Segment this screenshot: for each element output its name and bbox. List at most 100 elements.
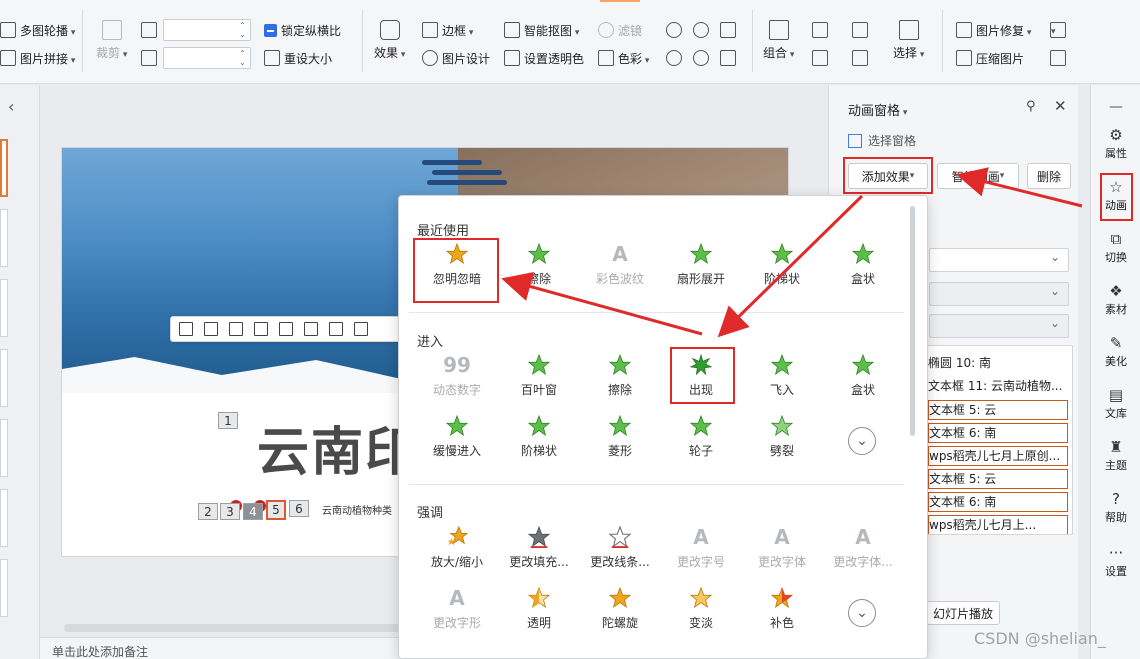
align-icon[interactable]: [812, 50, 828, 66]
effect-box[interactable]: 盒状: [823, 243, 903, 287]
brightness-up-icon[interactable]: [666, 50, 682, 66]
effect-fan[interactable]: 扇形展开: [661, 243, 741, 287]
compress-picture-button[interactable]: 压缩图片: [956, 47, 1024, 69]
animation-list-item[interactable]: 文本框 11: 云南动植物...: [928, 377, 1068, 397]
start-select[interactable]: [929, 248, 1069, 272]
animation-order-tag[interactable]: 2: [198, 503, 218, 520]
chevron-left-icon[interactable]: ‹: [8, 97, 14, 116]
smart-animation-button[interactable]: 智能动画: [937, 163, 1019, 189]
picture-design-button[interactable]: 图片设计: [422, 47, 490, 69]
distribute-icon[interactable]: [354, 322, 368, 336]
tab-library[interactable]: ▤ 文库: [1091, 387, 1140, 421]
tab-settings[interactable]: ··· 设置: [1091, 545, 1140, 579]
tab-help[interactable]: ? 帮助: [1091, 491, 1140, 525]
width-input[interactable]: [163, 47, 251, 69]
effect-box-enter[interactable]: 盒状: [823, 354, 903, 398]
align-middle-icon[interactable]: [304, 322, 318, 336]
effect-fade[interactable]: 变淡: [661, 587, 741, 631]
picture-collage-button[interactable]: 图片拼接: [0, 47, 75, 69]
smart-crop-button[interactable]: 智能抠图: [504, 19, 579, 41]
slide-thumbnail[interactable]: [0, 209, 8, 267]
brightness-icon[interactable]: [666, 22, 682, 38]
picture-repair-button[interactable]: 图片修复: [956, 19, 1031, 41]
send-backward-icon[interactable]: [852, 50, 868, 66]
effect-change-fontsize[interactable]: A 更改字号: [661, 526, 741, 570]
slide-title[interactable]: 云南印: [257, 410, 419, 485]
picture-settings-icon[interactable]: [1050, 50, 1066, 66]
expand-more-icon[interactable]: ⌄: [848, 427, 876, 455]
brightness-down-icon[interactable]: [693, 50, 709, 66]
animation-list-item[interactable]: wps稻壳儿七月上...: [928, 515, 1068, 534]
animation-order-tag[interactable]: 1: [218, 412, 238, 429]
animation-order-tag[interactable]: 3: [220, 503, 240, 520]
pin-icon[interactable]: ⚲: [1026, 99, 1036, 114]
effect-wipe-enter[interactable]: 擦除: [580, 354, 660, 398]
reset-size-button[interactable]: 重设大小: [264, 47, 332, 69]
speed-select[interactable]: [929, 314, 1069, 338]
slide-subtitle[interactable]: 云南动植物种类: [322, 502, 392, 517]
height-input[interactable]: [163, 19, 251, 41]
effect-change-fontstyle[interactable]: A 更改字形: [417, 587, 497, 631]
effect-dynamic-number[interactable]: 99 动态数字: [417, 354, 497, 398]
contrast-icon[interactable]: [693, 22, 709, 38]
effect-transparent[interactable]: 透明: [499, 587, 579, 631]
align-center-icon[interactable]: [229, 322, 243, 336]
effect-change-fill[interactable]: 更改填充...: [499, 526, 579, 570]
animation-order-tag[interactable]: 4: [243, 503, 263, 520]
animation-list-item[interactable]: wps稻壳儿七月上原创...: [928, 446, 1068, 466]
tab-beautify[interactable]: ✎ 美化: [1091, 335, 1140, 369]
align-right-icon[interactable]: [254, 322, 268, 336]
effect-diamond[interactable]: 菱形: [580, 415, 660, 459]
effect-color-wave[interactable]: A 彩色波纹: [580, 243, 660, 287]
check-icon[interactable]: [1050, 22, 1066, 38]
animation-list-item[interactable]: 椭圆 10: 南: [928, 354, 1068, 374]
align-top-icon[interactable]: [279, 322, 293, 336]
close-icon[interactable]: ✕: [1054, 97, 1067, 115]
effect-fly-in[interactable]: 飞入: [742, 354, 822, 398]
tab-transition[interactable]: ⧉ 切换: [1091, 231, 1140, 265]
effect-slow-enter[interactable]: 缓慢进入: [417, 415, 497, 459]
delete-button[interactable]: 删除: [1027, 163, 1071, 189]
bring-forward-icon[interactable]: [852, 22, 868, 38]
rotate-icon[interactable]: [812, 22, 828, 38]
animation-list-item[interactable]: 文本框 6: 南: [928, 423, 1068, 443]
effects-button[interactable]: 效果: [374, 20, 405, 61]
effect-complement[interactable]: 补色: [742, 587, 822, 631]
effect-change-font[interactable]: A 更改字体: [742, 526, 822, 570]
slide-thumbnail[interactable]: [0, 419, 8, 477]
selection-pane-link[interactable]: 选择窗格: [848, 132, 916, 149]
recolor-icon[interactable]: [720, 50, 736, 66]
lock-aspect-checkbox[interactable]: 锁定纵横比: [264, 19, 341, 41]
slide-thumbnail[interactable]: [0, 139, 8, 197]
select-button[interactable]: 选择: [893, 20, 924, 61]
animation-list-item[interactable]: 文本框 6: 南: [928, 492, 1068, 512]
effect-split[interactable]: 劈裂: [742, 415, 822, 459]
slide-thumbnail[interactable]: [0, 349, 8, 407]
effect-spin[interactable]: 陀螺旋: [580, 587, 660, 631]
tab-properties[interactable]: ⚙ 属性: [1091, 127, 1140, 161]
move-down-icon[interactable]: [934, 547, 954, 567]
effect-grow-shrink[interactable]: 放大/缩小: [417, 526, 497, 570]
property-select[interactable]: [929, 282, 1069, 306]
expand-more-icon[interactable]: ⌄: [848, 599, 876, 627]
effect-wipe[interactable]: 擦除: [499, 243, 579, 287]
effect-stairs-enter[interactable]: 阶梯状: [499, 415, 579, 459]
align-left-icon[interactable]: [204, 322, 218, 336]
border-button[interactable]: 边框: [422, 19, 473, 41]
slide-thumbnail[interactable]: [0, 559, 8, 617]
tab-theme[interactable]: ♜ 主题: [1091, 439, 1140, 473]
effect-stairs[interactable]: 阶梯状: [742, 243, 822, 287]
slide-thumbnail[interactable]: [0, 489, 8, 547]
crop-button[interactable]: 裁剪: [96, 20, 127, 61]
animation-list-item[interactable]: 文本框 5: 云: [928, 469, 1068, 489]
grayscale-icon[interactable]: [720, 22, 736, 38]
animation-order-tag[interactable]: 6: [289, 500, 309, 517]
animation-list-item[interactable]: 文本框 5: 云: [928, 400, 1068, 420]
animation-pane-title[interactable]: 动画窗格: [848, 100, 907, 119]
effect-change-font-more[interactable]: A 更改字体...: [823, 526, 903, 570]
minus-icon[interactable]: —: [1109, 99, 1123, 115]
filter-button[interactable]: 滤镜: [598, 19, 642, 41]
slide-thumbnail[interactable]: [0, 279, 8, 337]
align-bottom-icon[interactable]: [329, 322, 343, 336]
effect-blinds[interactable]: 百叶窗: [499, 354, 579, 398]
